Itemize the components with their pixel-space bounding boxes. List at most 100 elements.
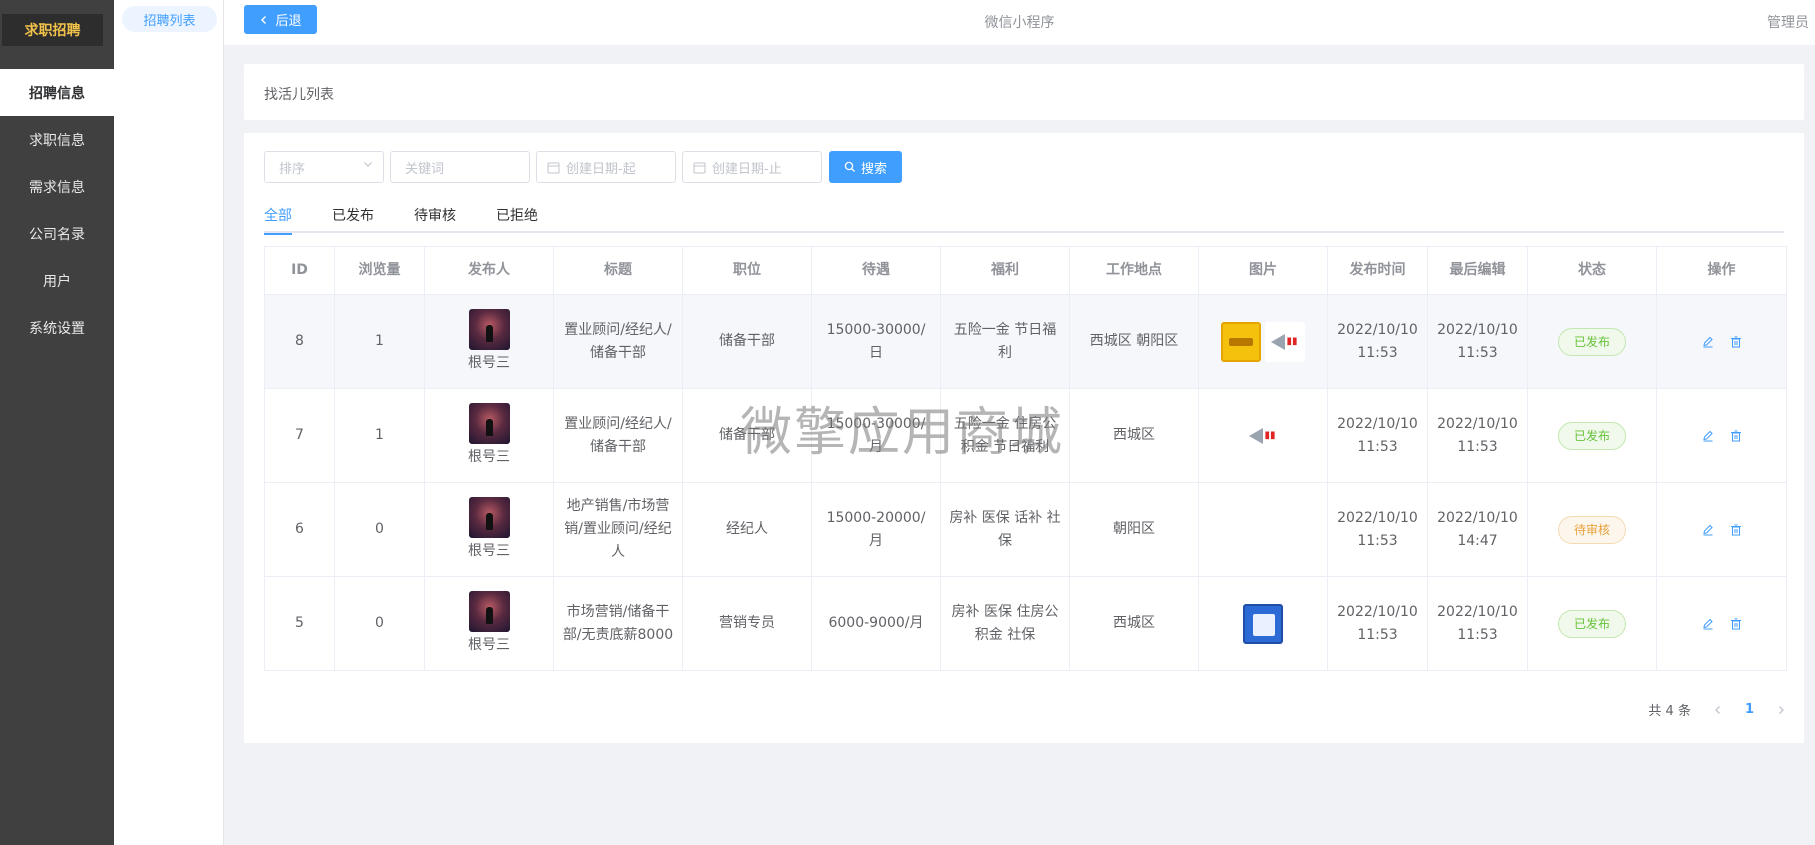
col-header-pay[interactable]: 待遇 bbox=[811, 246, 941, 295]
avatar bbox=[468, 402, 510, 444]
cell-benefits: 房补 医保 住房公积金 社保 bbox=[940, 576, 1070, 671]
job-image-thumbnail[interactable]: ▮▮ bbox=[1243, 415, 1283, 456]
avatar bbox=[468, 590, 510, 632]
col-header-benefits[interactable]: 福利 bbox=[940, 246, 1070, 295]
sidebar-item-settings[interactable]: 系统设置 bbox=[0, 304, 114, 351]
cell-status: 已发布 bbox=[1527, 294, 1657, 389]
col-header-edited[interactable]: 最后编辑 bbox=[1427, 246, 1528, 295]
cell-pay: 15000-30000/月 bbox=[811, 388, 941, 483]
col-header-publisher[interactable]: 发布人 bbox=[424, 246, 554, 295]
sidebar-item-job-seeking[interactable]: 求职信息 bbox=[0, 116, 114, 163]
cell-benefits: 五险一金 节日福利 bbox=[940, 294, 1070, 389]
cell-images bbox=[1198, 482, 1328, 577]
col-header-id[interactable]: ID bbox=[264, 246, 335, 295]
main-sidebar: 求职招聘 招聘信息 求职信息 需求信息 公司名录 用户 系统设置 bbox=[0, 0, 114, 845]
cell-title: 地产销售/市场营销/置业顾问/经纪人 bbox=[553, 482, 683, 577]
sidebar-item-companies[interactable]: 公司名录 bbox=[0, 210, 114, 257]
top-bar: 后退 微信小程序 管理员 bbox=[224, 0, 1815, 45]
table-row[interactable]: 6 0 根号三 地产销售/市场营销/置业顾问/经纪人 经纪人 15000-200… bbox=[264, 482, 1787, 577]
job-image-thumbnail[interactable] bbox=[1243, 603, 1283, 644]
edit-icon[interactable] bbox=[1701, 617, 1715, 631]
col-header-title[interactable]: 标题 bbox=[553, 246, 683, 295]
col-header-location[interactable]: 工作地点 bbox=[1069, 246, 1199, 295]
keyword-placeholder: 关键词 bbox=[405, 161, 445, 177]
sidebar-item-label: 求职信息 bbox=[29, 132, 85, 149]
app-title: 求职招聘 bbox=[2, 14, 103, 46]
sidebar-item-recruitment[interactable]: 招聘信息 bbox=[0, 69, 114, 116]
tab-all[interactable]: 全部 bbox=[264, 203, 292, 235]
col-header-views[interactable]: 浏览量 bbox=[334, 246, 425, 295]
tab-published[interactable]: 已发布 bbox=[332, 203, 374, 233]
col-header-actions[interactable]: 操作 bbox=[1656, 246, 1787, 295]
col-header-images[interactable]: 图片 bbox=[1198, 246, 1328, 295]
cell-edited: 2022/10/10 14:47 bbox=[1427, 482, 1528, 577]
delete-icon[interactable] bbox=[1729, 523, 1743, 537]
date-end-picker[interactable]: 创建日期-止 bbox=[682, 151, 822, 183]
cell-pay: 15000-30000/日 bbox=[811, 294, 941, 389]
pagination-page[interactable]: 1 bbox=[1745, 702, 1754, 717]
filter-bar: 排序 关键词 创建日期-起 创建日期-止 搜索 bbox=[264, 151, 902, 183]
cell-actions bbox=[1656, 388, 1787, 483]
sidebar-item-demands[interactable]: 需求信息 bbox=[0, 163, 114, 210]
tab-pending[interactable]: 待审核 bbox=[414, 203, 456, 233]
cell-title: 市场营销/储备干部/无责底薪8000 bbox=[553, 576, 683, 671]
recruit-table: ID 浏览量 发布人 标题 职位 待遇 福利 工作地点 图片 发布时间 最后编辑… bbox=[264, 246, 1787, 671]
cell-benefits: 房补 医保 话补 社保 bbox=[940, 482, 1070, 577]
list-panel: 排序 关键词 创建日期-起 创建日期-止 搜索 全部 已发布 待审核 已拒绝 I… bbox=[244, 133, 1804, 743]
col-header-position[interactable]: 职位 bbox=[682, 246, 812, 295]
delete-icon[interactable] bbox=[1729, 617, 1743, 631]
search-icon bbox=[844, 161, 855, 172]
cell-status: 已发布 bbox=[1527, 576, 1657, 671]
keyword-input[interactable]: 关键词 bbox=[390, 151, 530, 183]
table-row[interactable]: 8 1 根号三 置业顾问/经纪人/储备干部 储备干部 15000-30000/日… bbox=[264, 294, 1787, 389]
date-start-picker[interactable]: 创建日期-起 bbox=[536, 151, 676, 183]
publisher-name: 根号三 bbox=[468, 636, 510, 653]
edit-icon[interactable] bbox=[1701, 335, 1715, 349]
table-header-row: ID 浏览量 发布人 标题 职位 待遇 福利 工作地点 图片 发布时间 最后编辑… bbox=[264, 246, 1787, 295]
cell-publisher: 根号三 bbox=[424, 576, 554, 671]
pagination-total: 共 4 条 bbox=[1648, 704, 1691, 719]
sidebar-menu: 招聘信息 求职信息 需求信息 公司名录 用户 系统设置 bbox=[0, 69, 114, 351]
cell-location: 西城区 bbox=[1069, 388, 1199, 483]
cell-position: 储备干部 bbox=[682, 388, 812, 483]
sub-sidebar: 招聘列表 bbox=[114, 0, 224, 845]
cell-id: 8 bbox=[264, 294, 335, 389]
sidebar-item-label: 公司名录 bbox=[29, 226, 85, 243]
cell-position: 储备干部 bbox=[682, 294, 812, 389]
edit-icon[interactable] bbox=[1701, 429, 1715, 443]
col-header-status[interactable]: 状态 bbox=[1527, 246, 1657, 295]
tab-rejected[interactable]: 已拒绝 bbox=[496, 203, 538, 233]
cell-publisher: 根号三 bbox=[424, 482, 554, 577]
calendar-icon bbox=[693, 162, 706, 173]
cell-images bbox=[1198, 576, 1328, 671]
pagination: 共 4 条 1 bbox=[1648, 700, 1786, 719]
delete-icon[interactable] bbox=[1729, 429, 1743, 443]
sidebar-item-label: 用户 bbox=[43, 273, 71, 290]
date-end-placeholder: 创建日期-止 bbox=[712, 161, 782, 177]
cell-benefits: 五险一金 住房公积金 节日福利 bbox=[940, 388, 1070, 483]
sidebar-item-label: 系统设置 bbox=[29, 320, 85, 337]
publisher-name: 根号三 bbox=[468, 542, 510, 559]
sidebar-item-users[interactable]: 用户 bbox=[0, 257, 114, 304]
chevron-left-icon[interactable] bbox=[1713, 705, 1723, 715]
date-start-placeholder: 创建日期-起 bbox=[566, 161, 636, 177]
chevron-right-icon[interactable] bbox=[1776, 705, 1786, 715]
table-row[interactable]: 7 1 根号三 置业顾问/经纪人/储备干部 储备干部 15000-30000/月… bbox=[264, 388, 1787, 483]
search-button[interactable]: 搜索 bbox=[829, 151, 902, 183]
user-menu[interactable]: 管理员 bbox=[1767, 12, 1809, 32]
job-image-thumbnail[interactable] bbox=[1221, 321, 1261, 362]
edit-icon[interactable] bbox=[1701, 523, 1715, 537]
cell-publisher: 根号三 bbox=[424, 294, 554, 389]
sort-select[interactable]: 排序 bbox=[264, 151, 384, 183]
sidebar-item-label: 招聘信息 bbox=[29, 85, 85, 102]
status-tabs: 全部 已发布 待审核 已拒绝 bbox=[264, 203, 1784, 235]
cell-actions bbox=[1656, 482, 1787, 577]
cell-published: 2022/10/10 11:53 bbox=[1327, 482, 1428, 577]
subnav-item-recruit-list[interactable]: 招聘列表 bbox=[122, 6, 217, 32]
col-header-published[interactable]: 发布时间 bbox=[1327, 246, 1428, 295]
table-row[interactable]: 5 0 根号三 市场营销/储备干部/无责底薪8000 营销专员 6000-900… bbox=[264, 576, 1787, 671]
job-image-thumbnail[interactable]: ▮▮ bbox=[1265, 321, 1305, 362]
page-title: 微信小程序 bbox=[984, 15, 1055, 31]
delete-icon[interactable] bbox=[1729, 335, 1743, 349]
cell-images: ▮▮ bbox=[1198, 294, 1328, 389]
